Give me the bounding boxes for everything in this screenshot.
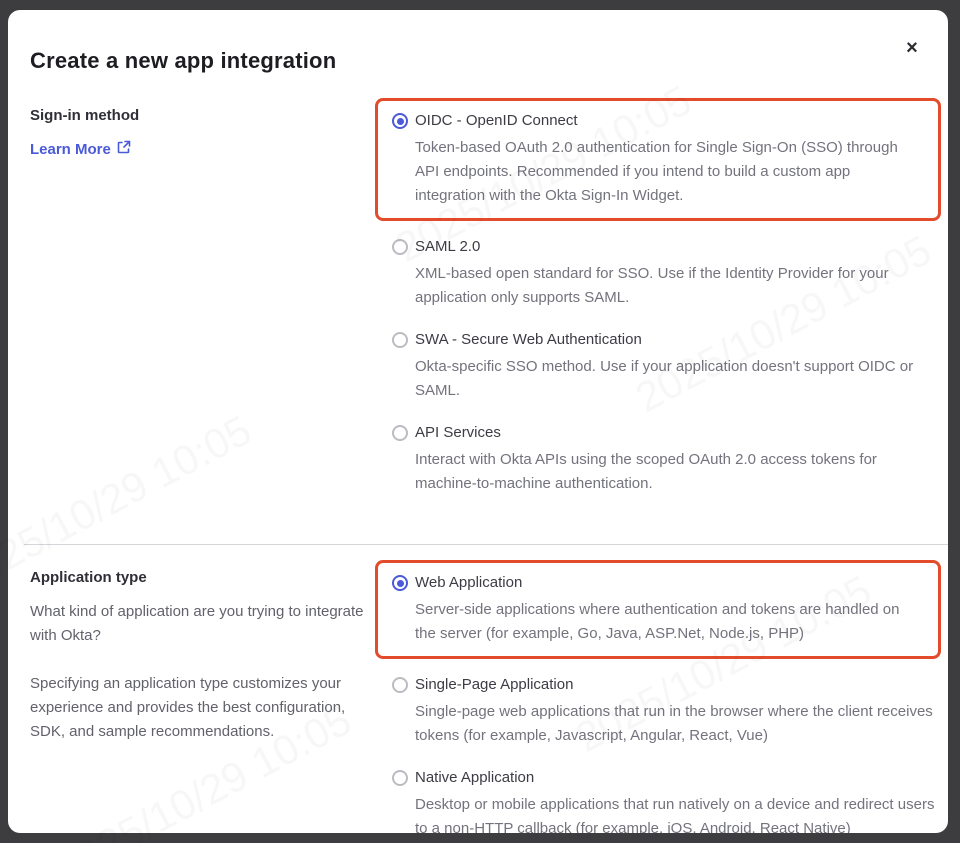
option-native-application[interactable]: Native Application Desktop or mobile app…: [375, 768, 941, 833]
highlight-box-web-application: Web Application Server-side applications…: [375, 560, 941, 659]
option-oidc-title: OIDC - OpenID Connect: [415, 111, 924, 131]
application-type-question: What kind of application are you trying …: [30, 600, 365, 648]
option-single-page-application-title: Single-Page Application: [415, 675, 941, 695]
external-link-icon: [117, 140, 131, 158]
option-api-services-title: API Services: [415, 423, 941, 443]
option-api-services[interactable]: API Services Interact with Okta APIs usi…: [375, 423, 941, 496]
close-icon[interactable]: ×: [898, 34, 926, 62]
option-swa[interactable]: SWA - Secure Web Authentication Okta-spe…: [375, 330, 941, 403]
option-saml-description: XML-based open standard for SSO. Use if …: [415, 262, 941, 310]
section-divider: [24, 544, 948, 545]
learn-more-link[interactable]: Learn More: [30, 140, 131, 158]
application-type-note: Specifying an application type customize…: [30, 672, 365, 744]
radio-single-page-application[interactable]: [392, 677, 408, 693]
option-web-application[interactable]: Web Application Server-side applications…: [392, 573, 924, 646]
radio-oidc[interactable]: [392, 113, 408, 129]
application-type-section: Application type What kind of applicatio…: [8, 560, 948, 833]
option-oidc-description: Token-based OAuth 2.0 authentication for…: [415, 136, 924, 208]
option-web-application-description: Server-side applications where authentic…: [415, 598, 924, 646]
option-native-application-description: Desktop or mobile applications that run …: [415, 793, 941, 833]
radio-api-services[interactable]: [392, 425, 408, 441]
signin-method-options: OIDC - OpenID Connect Token-based OAuth …: [375, 98, 941, 516]
highlight-box-oidc: OIDC - OpenID Connect Token-based OAuth …: [375, 98, 941, 221]
radio-saml[interactable]: [392, 239, 408, 255]
application-type-label: Application type: [30, 569, 365, 586]
option-swa-title: SWA - Secure Web Authentication: [415, 330, 941, 350]
application-type-left-column: Application type What kind of applicatio…: [30, 560, 375, 833]
signin-method-left-column: Sign-in method Learn More: [30, 98, 375, 516]
application-type-options: Web Application Server-side applications…: [375, 560, 941, 833]
option-single-page-application-description: Single-page web applications that run in…: [415, 700, 941, 748]
signin-method-label: Sign-in method: [30, 107, 365, 124]
option-single-page-application[interactable]: Single-Page Application Single-page web …: [375, 675, 941, 748]
create-app-integration-dialog: × Create a new app integration Sign-in m…: [8, 10, 948, 833]
option-api-services-description: Interact with Okta APIs using the scoped…: [415, 448, 941, 496]
radio-swa[interactable]: [392, 332, 408, 348]
option-oidc[interactable]: OIDC - OpenID Connect Token-based OAuth …: [392, 111, 924, 208]
radio-native-application[interactable]: [392, 770, 408, 786]
option-web-application-title: Web Application: [415, 573, 924, 593]
option-saml-title: SAML 2.0: [415, 237, 941, 257]
dialog-title: Create a new app integration: [30, 48, 926, 74]
option-native-application-title: Native Application: [415, 768, 941, 788]
option-saml[interactable]: SAML 2.0 XML-based open standard for SSO…: [375, 237, 941, 310]
signin-method-section: Sign-in method Learn More OIDC - OpenID …: [8, 98, 948, 516]
learn-more-label: Learn More: [30, 141, 111, 158]
radio-web-application[interactable]: [392, 575, 408, 591]
option-swa-description: Okta-specific SSO method. Use if your ap…: [415, 355, 941, 403]
